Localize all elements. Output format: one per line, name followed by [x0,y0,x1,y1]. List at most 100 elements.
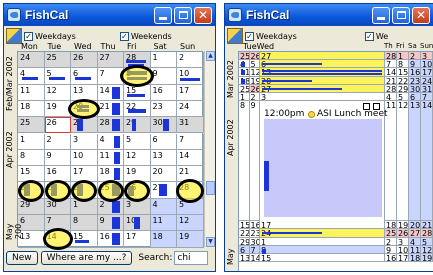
calendar-day-cell[interactable]: 16 [150,84,177,101]
calendar-day-cell[interactable]: 1 [150,52,177,69]
calendar-day-cell[interactable]: 10 [397,245,409,254]
calendar-day-cell[interactable]: 12 [397,101,409,222]
calendar-day-cell[interactable]: 25 [239,84,250,93]
calendar-day-cell[interactable]: 11 [150,215,177,232]
calendar-day-cell[interactable]: 27 [97,52,124,69]
calendar-day-cell[interactable]: 15 [397,68,409,77]
calendar-day-cell[interactable]: 7 [177,133,204,150]
calendar-day-cell[interactable]: 16 [249,221,260,230]
event-block[interactable] [113,151,120,164]
event-block[interactable] [262,73,382,76]
right-title-bar[interactable]: FishCal ✕ [225,4,433,26]
calendar-day-cell[interactable]: 24 [18,52,45,69]
event-block[interactable] [22,77,38,81]
calendar-day-cell[interactable]: 15 [239,221,250,230]
right-minimize-button[interactable] [372,6,390,24]
calendar-day-cell[interactable]: 9 [409,60,421,69]
calendar-day-cell[interactable]: 14 [421,101,433,222]
calendar-day-cell[interactable]: 19 [397,221,409,230]
scroll-up-button[interactable]: ▲ [206,51,215,61]
event-block[interactable] [180,78,200,82]
calendar-day-cell[interactable]: 9 [44,149,71,167]
calendar-day-cell[interactable]: 17 [124,231,151,248]
calendar-day-cell[interactable]: 12 [249,68,260,77]
calendar-day-cell[interactable]: 18 [409,254,421,263]
calendar-day-cell[interactable]: 2 [249,93,260,102]
calendar-day-cell[interactable]: 4 [409,237,421,246]
calendar-day-cell[interactable]: 22 [239,229,250,238]
calendar-day-cell[interactable]: 25 [44,52,71,69]
calendar-day-cell[interactable]: 8 [397,60,409,69]
search-input[interactable] [174,251,209,265]
calendar-day-cell[interactable]: 24 [421,76,433,85]
right-weekdays-checkbox[interactable]: ✓ [245,31,254,41]
event-block[interactable] [262,79,312,82]
scroll-down-button[interactable]: ▼ [206,237,215,247]
calendar-day-cell[interactable]: 9 [385,245,397,254]
left-close-button[interactable]: ✕ [194,6,212,24]
event-block[interactable] [262,70,382,73]
left-calendar-grid[interactable]: 2425262728124567891011121314151617181920… [17,51,205,251]
calendar-day-cell[interactable]: 29 [124,117,151,134]
event-block[interactable] [111,86,120,99]
calendar-day-cell[interactable]: 21 [421,221,433,230]
calendar-day-cell[interactable]: 19 [421,254,433,263]
calendar-day-cell[interactable]: 7 [421,93,433,102]
calendar-day-cell[interactable]: 28 [385,52,397,61]
left-maximize-button[interactable] [174,6,192,24]
calendar-day-cell[interactable]: 28 [385,84,397,93]
calendar-day-cell[interactable]: 11 [409,245,421,254]
calendar-day-cell[interactable]: 10 [177,68,204,85]
calendar-day-cell[interactable]: 12 [124,149,151,167]
calendar-day-cell[interactable]: 6 [239,245,250,254]
left-weekends-checkbox[interactable]: ✓ [119,31,129,41]
calendar-day-cell[interactable]: 25 [18,117,45,134]
calendar-day-cell[interactable]: 4 [385,93,397,102]
event-block[interactable] [158,184,167,197]
event-block[interactable] [111,200,120,213]
calendar-day-cell[interactable]: 6 [409,93,421,102]
calendar-day-cell[interactable]: 31 [421,84,433,93]
event-block[interactable] [77,119,83,132]
event-title[interactable]: ASI Lunch meet [317,109,388,119]
calendar-day-cell[interactable]: 3 [260,93,385,102]
calendar-day-cell[interactable]: 27 [260,52,385,61]
calendar-day-cell[interactable]: 29 [239,237,250,246]
event-block[interactable] [75,240,89,244]
left-vertical-scrollbar[interactable]: ▲ ▼ [204,51,215,247]
calendar-day-cell[interactable]: 8 [260,245,385,254]
calendar-day-cell[interactable]: 9 [249,101,260,222]
calendar-day-cell[interactable]: 14 [385,68,397,77]
calendar-day-cell[interactable]: 4 [97,133,124,150]
calendar-day-cell[interactable]: 26 [44,117,71,134]
right-close-button[interactable]: ✕ [412,6,430,24]
calendar-day-cell[interactable]: 30 [249,237,260,246]
left-weekdays-checkbox[interactable]: ✓ [24,31,33,41]
calendar-day-cell[interactable]: 8 [71,215,98,232]
calendar-day-cell[interactable]: 4 [150,198,177,215]
event-block[interactable] [262,248,266,254]
calendar-day-cell[interactable]: 3 [397,237,409,246]
event-block[interactable] [111,102,120,115]
calendar-day-cell[interactable]: 13 [150,149,177,167]
calendar-day-cell[interactable]: 16 [409,68,421,77]
calendar-day-cell[interactable]: 6 [150,133,177,150]
event-block[interactable] [111,233,120,246]
event-block[interactable] [132,119,136,132]
event-block[interactable] [162,119,169,132]
calendar-day-cell[interactable]: 11 [97,149,124,167]
expanded-day-event-area[interactable] [264,119,382,218]
fishcal-toolbar-icon[interactable] [6,28,22,44]
calendar-day-cell[interactable]: 17 [397,254,409,263]
calendar-day-cell[interactable]: 19 [44,100,71,118]
calendar-day-cell[interactable]: 10 [421,60,433,69]
calendar-day-cell[interactable]: 5 [421,237,433,246]
calendar-day-cell[interactable]: 24 [177,100,204,118]
calendar-day-cell[interactable]: 16 [385,254,397,263]
calendar-day-cell[interactable]: 31 [177,117,204,134]
event-block[interactable] [111,119,120,132]
calendar-day-cell[interactable]: 27 [409,229,421,238]
right-calendar-grid[interactable]: 2526274561112131819202526271238910281237… [238,51,433,271]
calendar-day-cell[interactable]: 29 [397,84,409,93]
calendar-day-cell[interactable]: 23 [249,229,260,238]
